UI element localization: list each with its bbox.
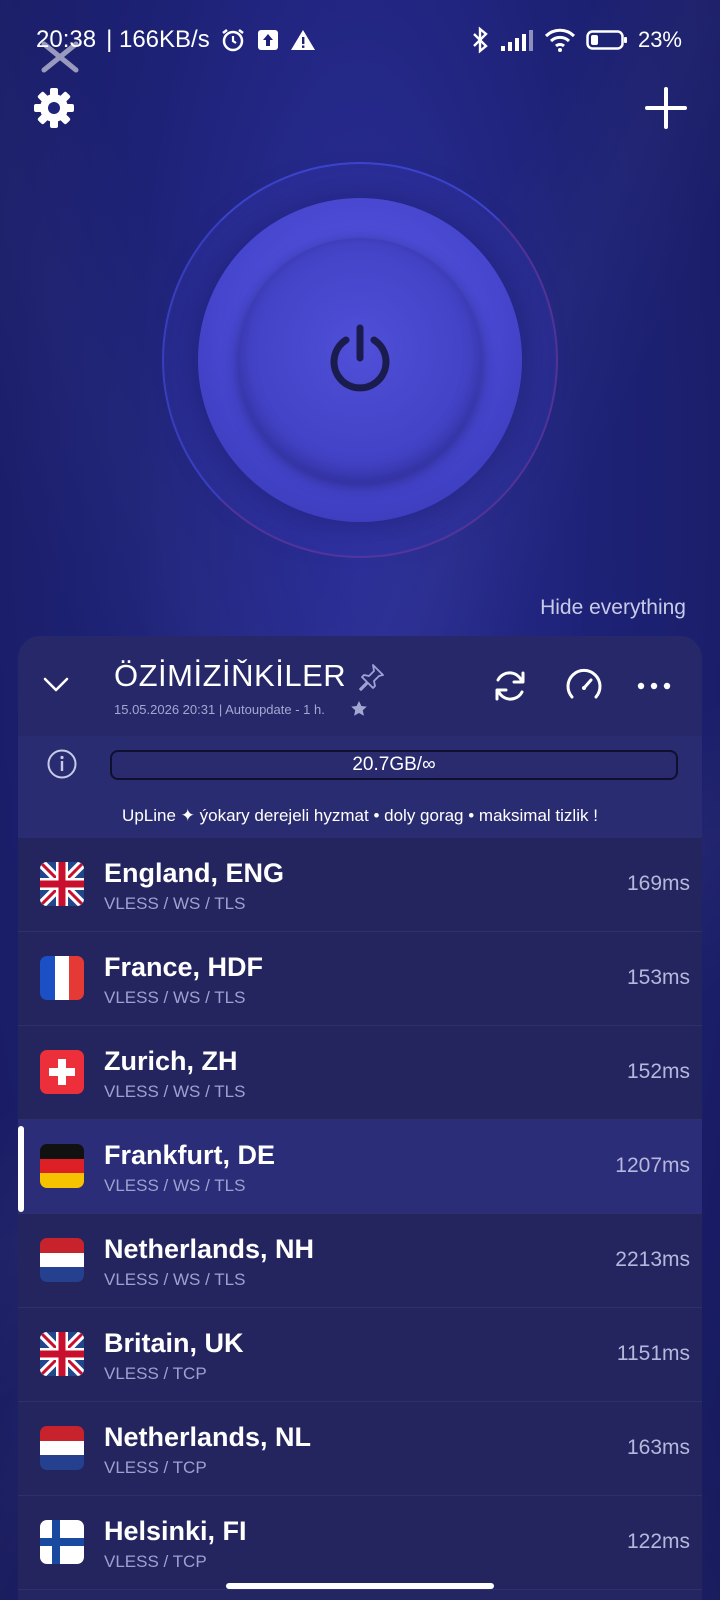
- bluetooth-icon: [470, 26, 490, 54]
- server-ping: 122ms: [626, 1530, 690, 1553]
- wifi-icon: [544, 28, 576, 52]
- server-protocol: VLESS / WS / TLS: [104, 1176, 246, 1195]
- server-name: England, ENG: [104, 858, 285, 888]
- battery-percentage: 23%: [637, 27, 682, 52]
- plus-icon[interactable]: [644, 86, 688, 130]
- usage-row: 20.7GB/∞: [18, 736, 702, 794]
- server-name: Frankfurt, DE: [104, 1140, 276, 1170]
- fi-flag-icon: [40, 1520, 84, 1564]
- refresh-icon[interactable]: [490, 666, 530, 706]
- server-row[interactable]: Netherlands, NL VLESS / TCP 163ms: [18, 1402, 702, 1496]
- server-row[interactable]: England, ENG VLESS / WS / TLS 169ms: [18, 838, 702, 932]
- signal-icon: [500, 28, 534, 52]
- server-protocol: VLESS / TCP: [104, 1458, 207, 1477]
- server-ping: 2213ms: [615, 1248, 690, 1271]
- info-icon[interactable]: [46, 748, 78, 780]
- power-button[interactable]: [238, 238, 482, 482]
- server-ping: 1151ms: [616, 1342, 690, 1365]
- server-row[interactable]: France, HDF VLESS / WS / TLS 153ms: [18, 932, 702, 1026]
- star-icon[interactable]: [350, 700, 368, 718]
- server-protocol: VLESS / WS / TLS: [104, 1270, 246, 1289]
- group-update-info: 15.05.2026 20:31 | Autoupdate - 1 h.: [114, 702, 325, 717]
- server-group-panel: ÖZİMİZİŇKİLER 15.05.2026 20:31 | Autoupd…: [18, 636, 702, 1600]
- pin-icon[interactable]: [356, 662, 386, 692]
- speedometer-icon[interactable]: [564, 666, 604, 706]
- server-protocol: VLESS / TCP: [104, 1364, 207, 1383]
- gear-icon[interactable]: [30, 84, 78, 132]
- server-list: England, ENG VLESS / WS / TLS 169ms France,…: [18, 838, 702, 1590]
- upload-icon: [256, 28, 280, 52]
- status-net-speed: | 166KB/s: [106, 26, 210, 53]
- server-ping: 1207ms: [615, 1154, 690, 1177]
- status-bar: 20:38 | 166KB/s 23%: [36, 22, 682, 58]
- traffic-usage-text: 20.7GB/∞: [352, 754, 436, 775]
- server-row[interactable]: Zurich, ZH VLESS / WS / TLS 152ms: [18, 1026, 702, 1120]
- nl-flag-icon: [40, 1426, 84, 1470]
- server-protocol: VLESS / TCP: [104, 1552, 207, 1571]
- server-name: France, HDF: [104, 952, 264, 982]
- promo-text: UpLine ✦ ýokary derejeli hyzmat • doly g…: [18, 794, 702, 838]
- server-row[interactable]: Britain, UK VLESS / TCP 1151ms: [18, 1308, 702, 1402]
- server-ping: 153ms: [626, 966, 690, 989]
- server-protocol: VLESS / WS / TLS: [104, 894, 246, 913]
- server-ping: 163ms: [626, 1436, 690, 1459]
- server-name: Helsinki, FI: [104, 1516, 247, 1546]
- warning-icon: [290, 28, 316, 52]
- fr-flag-icon: [40, 956, 84, 1000]
- server-name: Zurich, ZH: [104, 1046, 238, 1076]
- battery-icon: [586, 29, 628, 51]
- nl-flag-icon: [40, 1238, 84, 1282]
- power-icon: [322, 320, 398, 401]
- more-options-icon[interactable]: [634, 666, 674, 706]
- server-name: Netherlands, NH: [104, 1234, 315, 1264]
- ch-flag-icon: [40, 1050, 84, 1094]
- uk-flag-icon: [40, 1332, 84, 1376]
- group-header: ÖZİMİZİŇKİLER 15.05.2026 20:31 | Autoupd…: [18, 636, 702, 736]
- server-protocol: VLESS / WS / TLS: [104, 1082, 246, 1101]
- de-flag-icon: [40, 1144, 84, 1188]
- server-ping: 169ms: [626, 872, 690, 895]
- hide-everything-button[interactable]: Hide everything: [540, 596, 686, 620]
- server-row[interactable]: Frankfurt, DE VLESS / WS / TLS 1207ms: [18, 1120, 702, 1214]
- server-row[interactable]: Netherlands, NH VLESS / WS / TLS 2213ms: [18, 1214, 702, 1308]
- server-ping: 152ms: [626, 1060, 690, 1083]
- server-name: Netherlands, NL: [104, 1422, 312, 1452]
- group-title: ÖZİMİZİŇKİLER: [114, 658, 347, 693]
- alarm-icon: [220, 27, 246, 53]
- selected-indicator: [18, 1126, 24, 1212]
- traffic-usage-bar: 20.7GB/∞: [110, 750, 678, 780]
- uk-flag-icon: [40, 862, 84, 906]
- server-name: Britain, UK: [104, 1328, 244, 1358]
- home-indicator: [226, 1583, 494, 1589]
- server-protocol: VLESS / WS / TLS: [104, 988, 246, 1007]
- server-row[interactable]: Helsinki, FI VLESS / TCP 122ms: [18, 1496, 702, 1590]
- close-icon: [38, 40, 82, 74]
- chevron-down-icon[interactable]: [40, 668, 72, 700]
